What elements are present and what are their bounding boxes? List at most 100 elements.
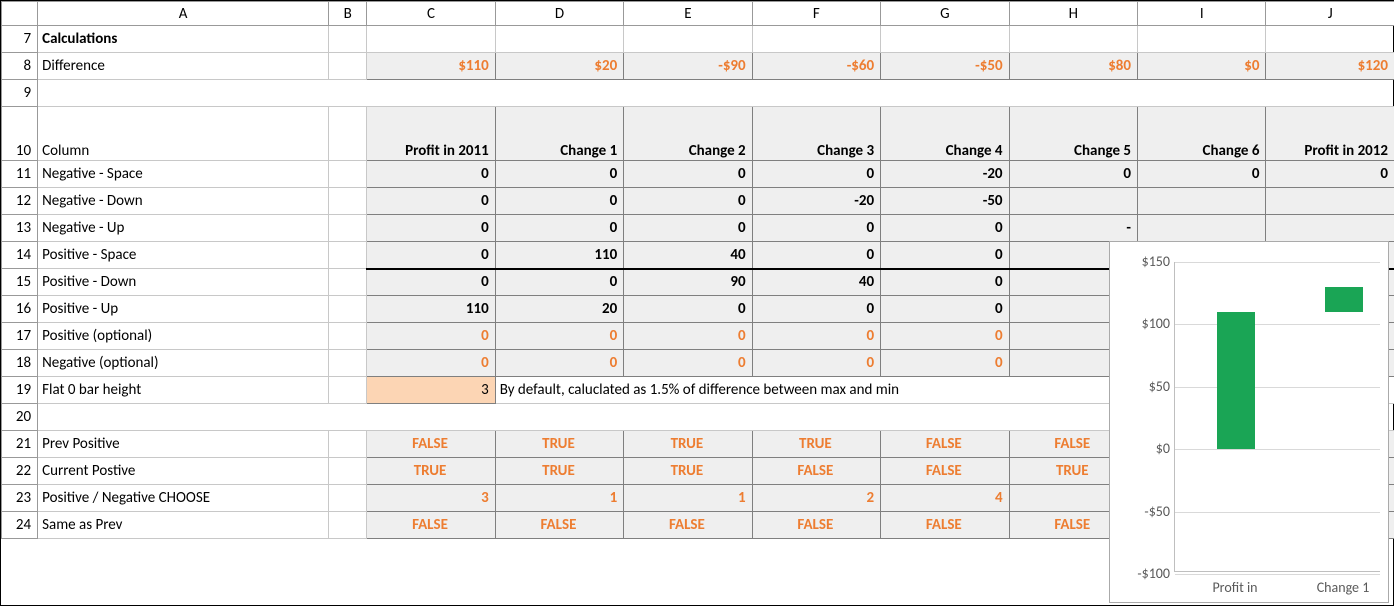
row-7[interactable]: 7 <box>2 26 38 53</box>
cell-E13[interactable]: 0 <box>624 215 752 242</box>
cell-E18[interactable]: 0 <box>624 350 752 377</box>
cell-I13[interactable] <box>1138 215 1266 242</box>
cell-C24[interactable]: FALSE <box>367 512 495 539</box>
cell-A23[interactable]: Positive / Negative CHOOSE <box>38 485 329 512</box>
cell-B19[interactable] <box>329 377 367 404</box>
cell-C14[interactable]: 0 <box>367 242 495 269</box>
cell-D23[interactable]: 1 <box>495 485 623 512</box>
cell-F22[interactable]: FALSE <box>752 458 880 485</box>
col-A[interactable]: A <box>38 2 329 26</box>
row-23[interactable]: 23 <box>2 485 38 512</box>
row-24[interactable]: 24 <box>2 512 38 539</box>
cell-E8[interactable]: -$90 <box>624 53 752 80</box>
cell-C13[interactable]: 0 <box>367 215 495 242</box>
row-15[interactable]: 15 <box>2 269 38 296</box>
cell-A22[interactable]: Current Postive <box>38 458 329 485</box>
corner-cell[interactable] <box>2 2 38 26</box>
cell-D7[interactable] <box>495 26 623 53</box>
cell-F12[interactable]: -20 <box>752 188 880 215</box>
cell-D15[interactable]: 0 <box>495 269 623 296</box>
cell-B22[interactable] <box>329 458 367 485</box>
cell-A9[interactable] <box>38 80 1394 107</box>
cell-F15[interactable]: 40 <box>752 269 880 296</box>
cell-A21[interactable]: Prev Positive <box>38 431 329 458</box>
cell-E11[interactable]: 0 <box>624 161 752 188</box>
cell-G21[interactable]: FALSE <box>881 431 1009 458</box>
cell-E15[interactable]: 90 <box>624 269 752 296</box>
cell-H12[interactable] <box>1009 188 1137 215</box>
cell-G12[interactable]: -50 <box>881 188 1009 215</box>
cell-A14[interactable]: Positive - Space <box>38 242 329 269</box>
cell-C16[interactable]: 110 <box>367 296 495 323</box>
cell-D22[interactable]: TRUE <box>495 458 623 485</box>
cell-B11[interactable] <box>329 161 367 188</box>
cell-G22[interactable]: FALSE <box>881 458 1009 485</box>
cell-B17[interactable] <box>329 323 367 350</box>
cell-G14[interactable]: 0 <box>881 242 1009 269</box>
col-G[interactable]: G <box>881 2 1009 26</box>
cell-E17[interactable]: 0 <box>624 323 752 350</box>
cell-B12[interactable] <box>329 188 367 215</box>
row-16[interactable]: 16 <box>2 296 38 323</box>
cell-G18[interactable]: 0 <box>881 350 1009 377</box>
col-I[interactable]: I <box>1138 2 1266 26</box>
cell-E21[interactable]: TRUE <box>624 431 752 458</box>
row-10[interactable]: 10 <box>2 107 38 161</box>
cell-I7[interactable] <box>1138 26 1266 53</box>
cell-G7[interactable] <box>881 26 1009 53</box>
cell-A7[interactable]: Calculations <box>38 26 329 53</box>
cell-C11[interactable]: 0 <box>367 161 495 188</box>
cell-F23[interactable]: 2 <box>752 485 880 512</box>
cell-F14[interactable]: 0 <box>752 242 880 269</box>
cell-I11[interactable]: 0 <box>1138 161 1266 188</box>
col-E[interactable]: E <box>624 2 752 26</box>
row-18[interactable]: 18 <box>2 350 38 377</box>
cell-A8[interactable]: Difference <box>38 53 329 80</box>
cell-D17[interactable]: 0 <box>495 323 623 350</box>
cell-F8[interactable]: -$60 <box>752 53 880 80</box>
cell-E24[interactable]: FALSE <box>624 512 752 539</box>
cell-I8[interactable]: $0 <box>1138 53 1266 80</box>
row-8[interactable]: 8 <box>2 53 38 80</box>
cell-E14[interactable]: 40 <box>624 242 752 269</box>
cell-C18[interactable]: 0 <box>367 350 495 377</box>
cell-J11[interactable]: 0 <box>1266 161 1394 188</box>
cell-E12[interactable]: 0 <box>624 188 752 215</box>
cell-E23[interactable]: 1 <box>624 485 752 512</box>
cell-A10[interactable]: Column <box>38 107 329 161</box>
cell-C7[interactable] <box>367 26 495 53</box>
cell-A19[interactable]: Flat 0 bar height <box>38 377 329 404</box>
cell-G17[interactable]: 0 <box>881 323 1009 350</box>
cell-B24[interactable] <box>329 512 367 539</box>
cell-G11[interactable]: -20 <box>881 161 1009 188</box>
cell-C12[interactable]: 0 <box>367 188 495 215</box>
cell-G15[interactable]: 0 <box>881 269 1009 296</box>
col-J[interactable]: J <box>1266 2 1394 26</box>
cell-F16[interactable]: 0 <box>752 296 880 323</box>
cell-F13[interactable]: 0 <box>752 215 880 242</box>
cell-A17[interactable]: Positive (optional) <box>38 323 329 350</box>
cell-G24[interactable]: FALSE <box>881 512 1009 539</box>
cell-B23[interactable] <box>329 485 367 512</box>
cell-D18[interactable]: 0 <box>495 350 623 377</box>
cell-A15[interactable]: Positive - Down <box>38 269 329 296</box>
col-header-row[interactable]: A B C D E F G H I J <box>2 2 1394 26</box>
cell-F10[interactable]: Change 3 <box>752 107 880 161</box>
cell-B10[interactable] <box>329 107 367 161</box>
cell-E22[interactable]: TRUE <box>624 458 752 485</box>
cell-G16[interactable]: 0 <box>881 296 1009 323</box>
row-14[interactable]: 14 <box>2 242 38 269</box>
cell-H10[interactable]: Change 5 <box>1009 107 1137 161</box>
cell-J13[interactable] <box>1266 215 1394 242</box>
cell-D8[interactable]: $20 <box>495 53 623 80</box>
col-H[interactable]: H <box>1009 2 1137 26</box>
cell-G10[interactable]: Change 4 <box>881 107 1009 161</box>
cell-F7[interactable] <box>752 26 880 53</box>
cell-G23[interactable]: 4 <box>881 485 1009 512</box>
cell-A13[interactable]: Negative - Up <box>38 215 329 242</box>
row-21[interactable]: 21 <box>2 431 38 458</box>
cell-B14[interactable] <box>329 242 367 269</box>
cell-F18[interactable]: 0 <box>752 350 880 377</box>
cell-C19[interactable]: 3 <box>367 377 495 404</box>
cell-B13[interactable] <box>329 215 367 242</box>
